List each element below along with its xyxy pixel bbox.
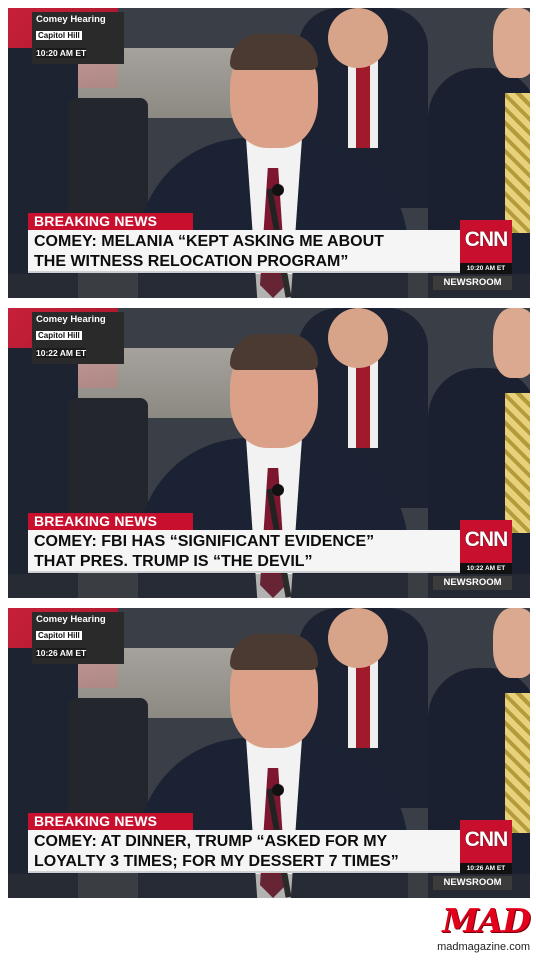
news-panel: Comey Hearing Capitol Hill 10:22 AM ET B… xyxy=(8,308,530,598)
program-bug: Comey Hearing Capitol Hill 10:22 AM ET xyxy=(32,312,124,364)
cnn-logo: CNN xyxy=(464,528,509,551)
show-title: Comey Hearing xyxy=(36,614,106,625)
program-bug: Comey Hearing Capitol Hill 10:20 AM ET xyxy=(32,12,124,64)
network-time: 10:22 AM ET xyxy=(460,563,512,574)
location-label: Capitol Hill xyxy=(36,331,82,340)
network-logo-box: CNN 10:20 AM ET xyxy=(460,220,512,274)
network-logo-box: CNN 10:26 AM ET xyxy=(460,820,512,874)
headline-chyron: COMEY: FBI HAS “SIGNIFICANT EVIDENCE” TH… xyxy=(28,530,460,573)
headline-chyron: COMEY: MELANIA “KEPT ASKING ME ABOUT THE… xyxy=(28,230,460,273)
headline-line: COMEY: AT DINNER, TRUMP “ASKED FOR MY xyxy=(34,833,388,850)
breaking-news-label: BREAKING NEWS xyxy=(28,513,193,530)
time-label: 10:20 AM ET xyxy=(36,48,87,58)
cnn-logo: CNN xyxy=(464,228,509,251)
breaking-news-label: BREAKING NEWS xyxy=(28,813,193,830)
news-panel: Comey Hearing Capitol Hill 10:20 AM ET B… xyxy=(8,8,530,298)
program-name: NEWSROOM xyxy=(433,576,512,590)
headline-line: LOYALTY 3 TIMES; FOR MY DESSERT 7 TIMES” xyxy=(34,853,399,870)
program-name: NEWSROOM xyxy=(433,276,512,290)
time-label: 10:26 AM ET xyxy=(36,648,87,658)
headline-chyron: COMEY: AT DINNER, TRUMP “ASKED FOR MY LO… xyxy=(28,830,460,873)
headline-line: THE WITNESS RELOCATION PROGRAM” xyxy=(34,253,349,270)
location-label: Capitol Hill xyxy=(36,31,82,40)
network-time: 10:26 AM ET xyxy=(460,863,512,874)
program-name: NEWSROOM xyxy=(433,876,512,890)
headline-line: THAT PRES. TRUMP IS “THE DEVIL” xyxy=(34,553,313,570)
news-panel: Comey Hearing Capitol Hill 10:26 AM ET B… xyxy=(8,608,530,898)
network-logo-box: CNN 10:22 AM ET xyxy=(460,520,512,574)
show-title: Comey Hearing xyxy=(36,14,106,25)
footer-url: madmagazine.com xyxy=(437,941,530,953)
mad-logo: MAD xyxy=(442,901,531,940)
time-label: 10:22 AM ET xyxy=(36,348,87,358)
headline-line: COMEY: FBI HAS “SIGNIFICANT EVIDENCE” xyxy=(34,533,375,550)
program-bug: Comey Hearing Capitol Hill 10:26 AM ET xyxy=(32,612,124,664)
cnn-logo: CNN xyxy=(464,828,509,851)
headline-line: COMEY: MELANIA “KEPT ASKING ME ABOUT xyxy=(34,233,384,250)
show-title: Comey Hearing xyxy=(36,314,106,325)
network-time: 10:20 AM ET xyxy=(460,263,512,274)
location-label: Capitol Hill xyxy=(36,631,82,640)
breaking-news-label: BREAKING NEWS xyxy=(28,213,193,230)
